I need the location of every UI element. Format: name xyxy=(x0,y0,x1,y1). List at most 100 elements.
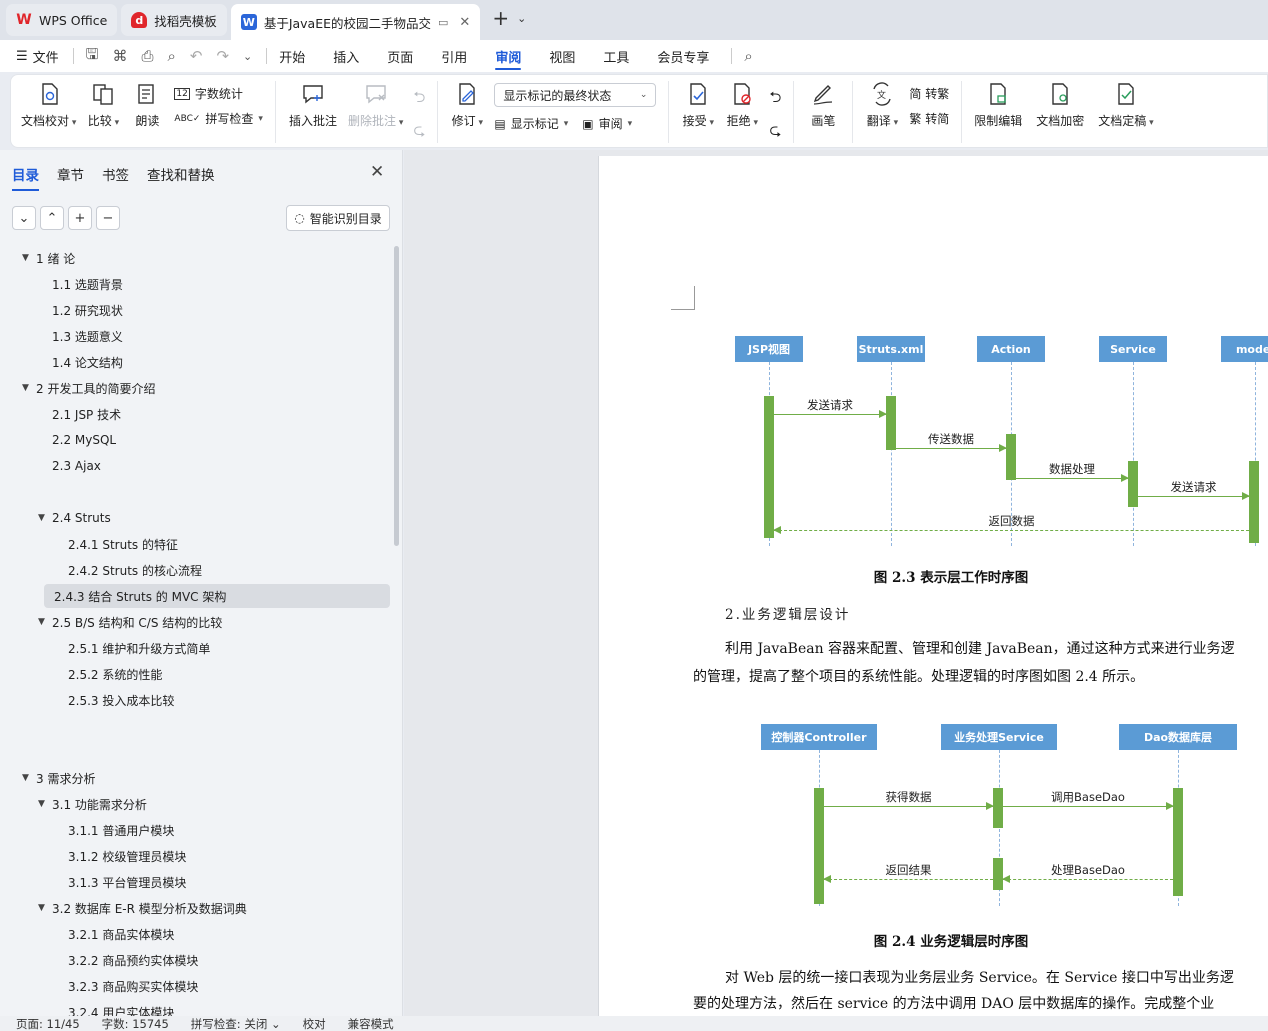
word-count-indicator[interactable]: 字数: 15745 xyxy=(102,1016,169,1031)
collapse-up-icon[interactable]: ⌃ xyxy=(40,206,64,230)
print-preview-icon[interactable]: ⌕ xyxy=(167,47,175,65)
word-count-button[interactable]: 12 字数统计 xyxy=(174,85,263,102)
toc-item[interactable]: 2.3 Ajax xyxy=(38,454,101,478)
toc-item[interactable]: 2.4.2 Struts 的核心流程 xyxy=(54,558,202,582)
toc-item[interactable]: ▼ 2.4 Struts xyxy=(38,506,111,530)
spell-check-button[interactable]: ABC✓ 拼写检查 ▾ xyxy=(174,110,263,127)
search-icon[interactable]: ⌕ xyxy=(744,47,752,65)
more-chevron-icon[interactable]: ⌄ xyxy=(243,50,252,63)
toc-item[interactable]: 2.5.3 投入成本比较 xyxy=(54,688,174,712)
tab-toc[interactable]: 目录 xyxy=(12,164,39,191)
menu-tab-member[interactable]: 会员专享 xyxy=(657,40,709,72)
toc-item[interactable]: ▼ 2.5 B/S 结构和 C/S 结构的比较 xyxy=(38,610,222,634)
markup-state-select[interactable]: 显示标记的最终状态 ⌄ xyxy=(494,83,657,107)
add-heading-icon[interactable]: + xyxy=(68,206,92,230)
proofread-button[interactable]: 文档校对 ▾ xyxy=(21,81,76,129)
expand-triangle-icon[interactable]: ▼ xyxy=(38,513,52,523)
new-tab-button[interactable]: + ⌄ xyxy=(492,6,526,30)
print-icon[interactable]: ⎙ xyxy=(141,47,153,65)
menu-tab-tools[interactable]: 工具 xyxy=(603,40,629,72)
expand-triangle-icon[interactable]: ▼ xyxy=(38,617,52,627)
share-icon[interactable]: ⌘ xyxy=(112,47,127,65)
expand-down-icon[interactable]: ⌄ xyxy=(12,206,36,230)
proofread-status[interactable]: 校对 xyxy=(303,1016,326,1031)
expand-triangle-icon[interactable]: ▼ xyxy=(22,253,36,263)
redo-icon[interactable]: ↷ xyxy=(216,47,229,65)
tab-bookmarks[interactable]: 书签 xyxy=(102,164,129,191)
close-tab-icon[interactable]: ✕ xyxy=(459,15,470,30)
save-icon[interactable]: 🖫 xyxy=(86,44,99,69)
tab-document[interactable]: W 基于JavaEE的校园二手物品交 ▭ ✕ xyxy=(230,4,481,40)
toc-item[interactable]: 2.1 JSP 技术 xyxy=(38,402,121,426)
toc-item[interactable]: 3.2.2 商品预约实体模块 xyxy=(54,948,198,972)
compare-button[interactable]: 比较 ▾ xyxy=(86,81,120,129)
monitor-icon[interactable]: ▭ xyxy=(438,16,448,29)
file-menu[interactable]: ☰ 文件 xyxy=(16,40,59,72)
tab-docer[interactable]: d 找稻壳模板 xyxy=(121,4,227,36)
remove-heading-icon[interactable]: − xyxy=(96,206,120,230)
tab-wps-office[interactable]: W WPS Office xyxy=(6,4,118,36)
delete-comment-button[interactable]: 删除批注 ▾ xyxy=(348,81,403,129)
toc-item[interactable]: 3.1.2 校级管理员模块 xyxy=(54,844,186,868)
plus-icon[interactable]: + xyxy=(492,6,509,30)
menu-tab-home[interactable]: 开始 xyxy=(279,40,305,72)
toc-item[interactable]: ▼ 1 绪 论 xyxy=(22,246,75,270)
review-pane-button[interactable]: ▣ 审阅 ▾ xyxy=(582,115,632,132)
tab-find-replace[interactable]: 查找和替换 xyxy=(147,164,215,191)
accept-button[interactable]: 接受 ▾ xyxy=(681,81,715,129)
expand-triangle-icon[interactable]: ▼ xyxy=(22,773,36,783)
to-traditional-button[interactable]: 简 转繁 xyxy=(909,85,949,102)
menu-tab-insert[interactable]: 插入 xyxy=(333,40,359,72)
toc-item[interactable]: 2.2 MySQL xyxy=(38,428,116,452)
tab-chapters[interactable]: 章节 xyxy=(57,164,84,191)
toc-item[interactable]: ▼ 3.2 数据库 E-R 模型分析及数据词典 xyxy=(38,896,247,920)
toc-item[interactable]: ▼ 3 需求分析 xyxy=(22,766,95,790)
encrypt-button[interactable]: 文档加密 xyxy=(1036,81,1084,129)
toc-item[interactable]: 3.1.3 平台管理员模块 xyxy=(54,870,186,894)
expand-triangle-icon[interactable]: ▼ xyxy=(22,383,36,393)
menu-tab-reference[interactable]: 引用 xyxy=(441,40,467,72)
toc-item[interactable]: ▼ 3.1 功能需求分析 xyxy=(38,792,147,816)
show-markup-button[interactable]: ▤ 显示标记 ▾ xyxy=(494,115,568,132)
insert-comment-button[interactable]: 插入批注 xyxy=(288,81,338,129)
chevron-down-icon[interactable]: ⌄ xyxy=(517,12,526,25)
menu-tab-view[interactable]: 视图 xyxy=(549,40,575,72)
read-aloud-button[interactable]: 朗读 xyxy=(130,81,164,129)
smart-toc-button[interactable]: ◌ 智能识别目录 xyxy=(286,205,390,231)
next-change-icon[interactable]: ⮎ xyxy=(769,120,781,145)
toc-item[interactable]: 2.4.1 Struts 的特征 xyxy=(54,532,178,556)
toc-item[interactable]: 3.2.3 商品购买实体模块 xyxy=(54,974,198,998)
expand-triangle-icon[interactable]: ▼ xyxy=(38,903,52,913)
menu-tab-review[interactable]: 审阅 xyxy=(495,40,522,72)
previous-comment-icon[interactable]: ⮌ xyxy=(413,87,425,112)
document-canvas[interactable]: JSP视图Struts.xmlActionServicemodel发送请求传送数… xyxy=(404,150,1268,1016)
ink-button[interactable]: 画笔 xyxy=(806,81,840,129)
document-page[interactable]: JSP视图Struts.xmlActionServicemodel发送请求传送数… xyxy=(598,156,1268,1016)
toc-item[interactable]: 3.1.1 普通用户模块 xyxy=(54,818,174,842)
toc-item[interactable]: 2.4.3 结合 Struts 的 MVC 架构 xyxy=(44,584,390,608)
undo-icon[interactable]: ↶ xyxy=(190,47,203,65)
toc-item[interactable]: 2.5.1 维护和升级方式简单 xyxy=(54,636,210,660)
ribbon-group-changes: 接受 ▾ 拒绝 ▾ ⮌ ⮎ xyxy=(681,81,795,145)
toc-item[interactable]: 3.2.1 商品实体模块 xyxy=(54,922,174,946)
toc-item[interactable]: 2.5.2 系统的性能 xyxy=(54,662,162,686)
track-changes-button[interactable]: 修订 ▾ xyxy=(450,81,484,129)
page-indicator[interactable]: 页面: 11/45 xyxy=(16,1016,80,1031)
toc-scrollbar[interactable] xyxy=(394,246,399,546)
toc-item[interactable]: 1.1 选题背景 xyxy=(38,272,123,296)
toc-item[interactable]: 1.2 研究现状 xyxy=(38,298,123,322)
next-comment-icon[interactable]: ⮎ xyxy=(413,120,425,145)
previous-change-icon[interactable]: ⮌ xyxy=(769,87,781,112)
expand-triangle-icon[interactable]: ▼ xyxy=(38,799,52,809)
close-icon[interactable]: ✕ xyxy=(370,162,384,182)
toc-item[interactable]: ▼ 2 开发工具的简要介绍 xyxy=(22,376,155,400)
restrict-edit-button[interactable]: 限制编辑 xyxy=(974,81,1022,129)
menu-tab-page[interactable]: 页面 xyxy=(387,40,413,72)
toc-item[interactable]: 1.3 选题意义 xyxy=(38,324,123,348)
translate-button[interactable]: 文 翻译 ▾ xyxy=(865,81,899,129)
toc-item[interactable]: 1.4 论文结构 xyxy=(38,350,123,374)
to-simplified-button[interactable]: 繁 转简 xyxy=(909,110,949,127)
reject-button[interactable]: 拒绝 ▾ xyxy=(725,81,759,129)
finalize-button[interactable]: 文档定稿 ▾ xyxy=(1098,81,1154,129)
spell-check-status[interactable]: 拼写检查: 关闭 ⌄ xyxy=(191,1016,281,1031)
